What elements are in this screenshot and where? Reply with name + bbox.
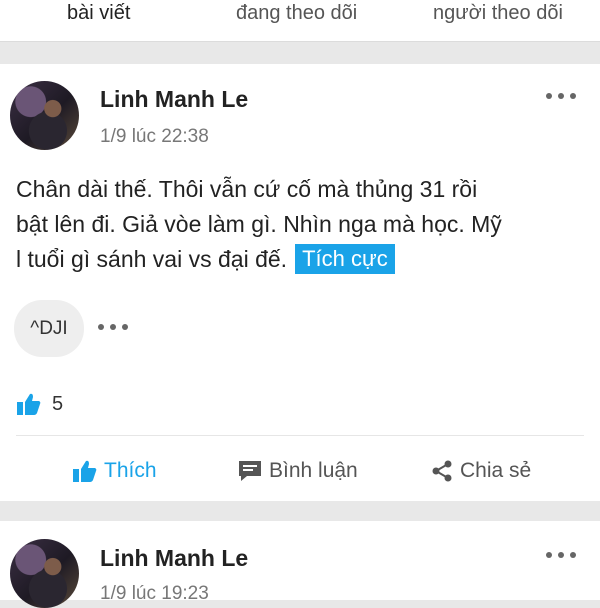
ticker-tag-chip[interactable]: ^DJI (14, 300, 84, 357)
more-options-icon[interactable] (546, 91, 576, 101)
post-text-line-last: l tuổi gì sánh vai vs đại đế. Tích cực (16, 242, 590, 277)
share-icon (432, 460, 452, 482)
post-timestamp: 1/9 lúc 19:23 (100, 583, 209, 604)
author-name[interactable]: Linh Manh Le (100, 86, 248, 113)
share-button[interactable]: Chia sẻ (430, 456, 531, 486)
tab-following[interactable]: đang theo dõi (236, 2, 357, 25)
divider (16, 435, 584, 436)
more-options-icon[interactable] (546, 550, 576, 560)
post-text-line: Chân dài thế. Thôi vẫn cứ cố mà thủng 31… (16, 176, 478, 202)
avatar[interactable] (10, 81, 79, 150)
author-name[interactable]: Linh Manh Le (100, 545, 248, 572)
tab-followers[interactable]: người theo dõi (433, 2, 563, 25)
profile-tabs: bài viết đang theo dõi người theo dõi (0, 0, 600, 42)
post-body: Chân dài thế. Thôi vẫn cứ cố mà thủng 31… (16, 172, 590, 277)
like-count: 5 (52, 392, 64, 415)
post-text-line: l tuổi gì sánh vai vs đại đế. (16, 246, 288, 272)
thumbs-up-icon (73, 460, 97, 482)
tab-posts[interactable]: bài viết (67, 2, 130, 25)
post-timestamp: 1/9 lúc 22:38 (100, 126, 209, 147)
like-summary[interactable]: 5 (16, 392, 63, 416)
comment-label: Bình luận (269, 459, 358, 482)
share-label: Chia sẻ (460, 459, 532, 482)
post-card: Linh Manh Le 1/9 lúc 19:23 (0, 521, 600, 608)
like-label: Thích (104, 459, 157, 482)
sentiment-badge[interactable]: Tích cực (295, 244, 395, 274)
post-text-line: bật lên đi. Giả vòe làm gì. Nhìn nga mà … (16, 211, 502, 237)
more-tags-icon[interactable] (98, 323, 128, 331)
comment-button[interactable]: Bình luận (237, 456, 358, 486)
like-button[interactable]: Thích (72, 456, 157, 486)
avatar[interactable] (10, 539, 79, 608)
comment-icon (239, 461, 261, 481)
thumbs-up-icon (17, 393, 41, 415)
post-card: Linh Manh Le 1/9 lúc 22:38 Chân dài thế.… (0, 64, 600, 501)
